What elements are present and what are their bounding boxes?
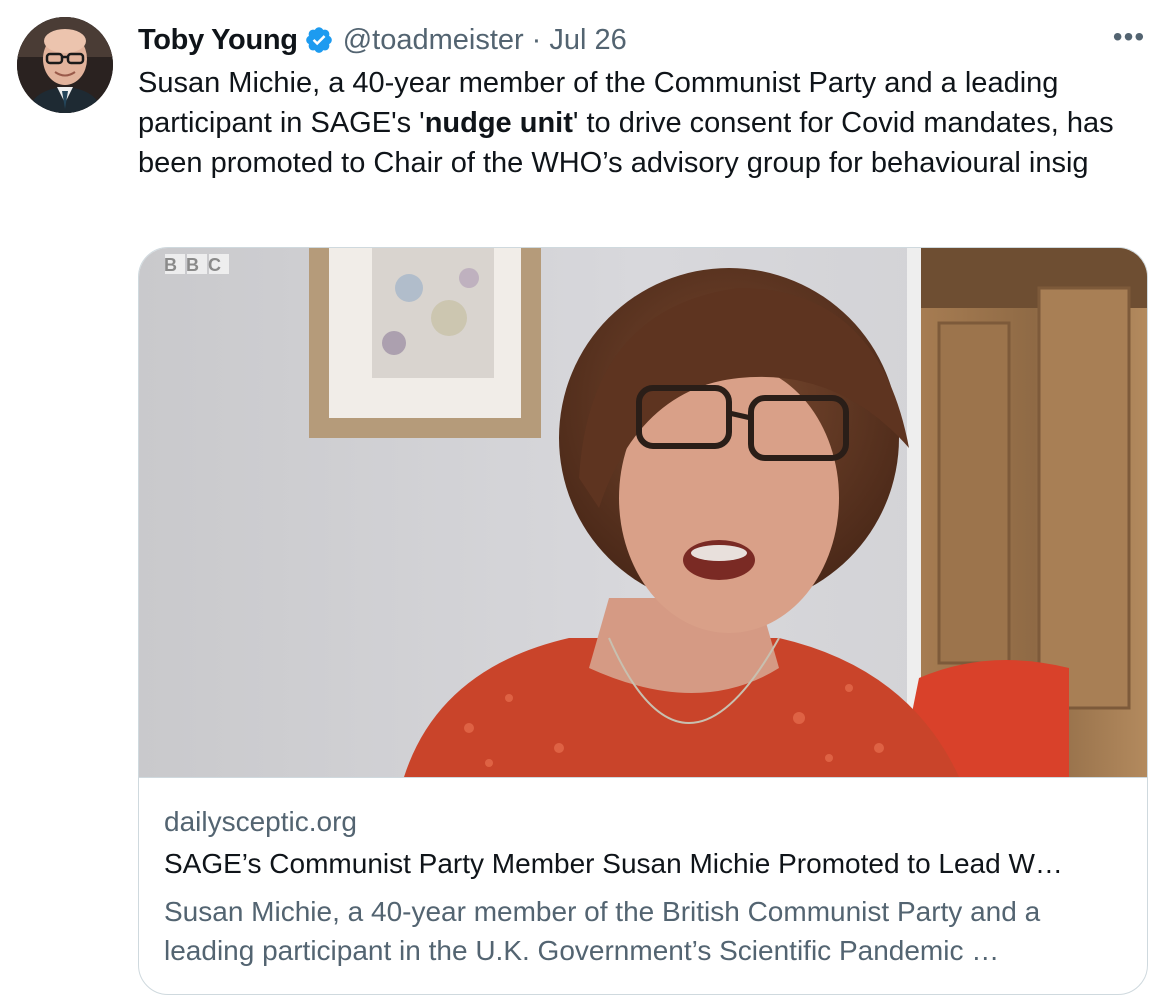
svg-text:BBC: BBC [164, 255, 230, 275]
tweet-header: Toby Young @toadmeister · Jul 26 [138, 20, 627, 60]
author-name[interactable]: Toby Young [138, 24, 298, 57]
card-meta[interactable]: dailysceptic.org SAGE’s Communist Party … [139, 777, 1147, 994]
card-title: SAGE’s Communist Party Member Susan Mich… [164, 848, 1063, 879]
verified-badge-icon [304, 25, 334, 55]
link-preview-card[interactable]: BBC dailysceptic.org SAGE’s Communist Pa… [138, 247, 1148, 995]
avatar-photo [17, 17, 113, 113]
card-description-line: leading participant in the U.K. Governme… [164, 935, 1000, 966]
bbc-watermark: BBC [164, 254, 230, 275]
author-handle[interactable]: @toadmeister [343, 24, 524, 57]
card-image[interactable]: BBC [139, 248, 1147, 777]
tweet-text-bold: nudge unit [424, 107, 573, 139]
separator-dot: · [531, 23, 542, 56]
card-description: Susan Michie, a 40-year member of the Br… [164, 892, 1124, 970]
card-domain: dailysceptic.org [164, 806, 357, 837]
more-options-icon[interactable]: ••• [1111, 21, 1147, 52]
tweet[interactable]: Toby Young @toadmeister · Jul 26 ••• Sus… [0, 0, 1173, 1003]
card-description-line: Susan Michie, a 40-year member of the Br… [164, 896, 1041, 927]
avatar[interactable] [17, 17, 113, 113]
tweet-text: Susan Michie, a 40-year member of the Co… [138, 63, 1128, 183]
tweet-date[interactable]: Jul 26 [549, 24, 626, 57]
